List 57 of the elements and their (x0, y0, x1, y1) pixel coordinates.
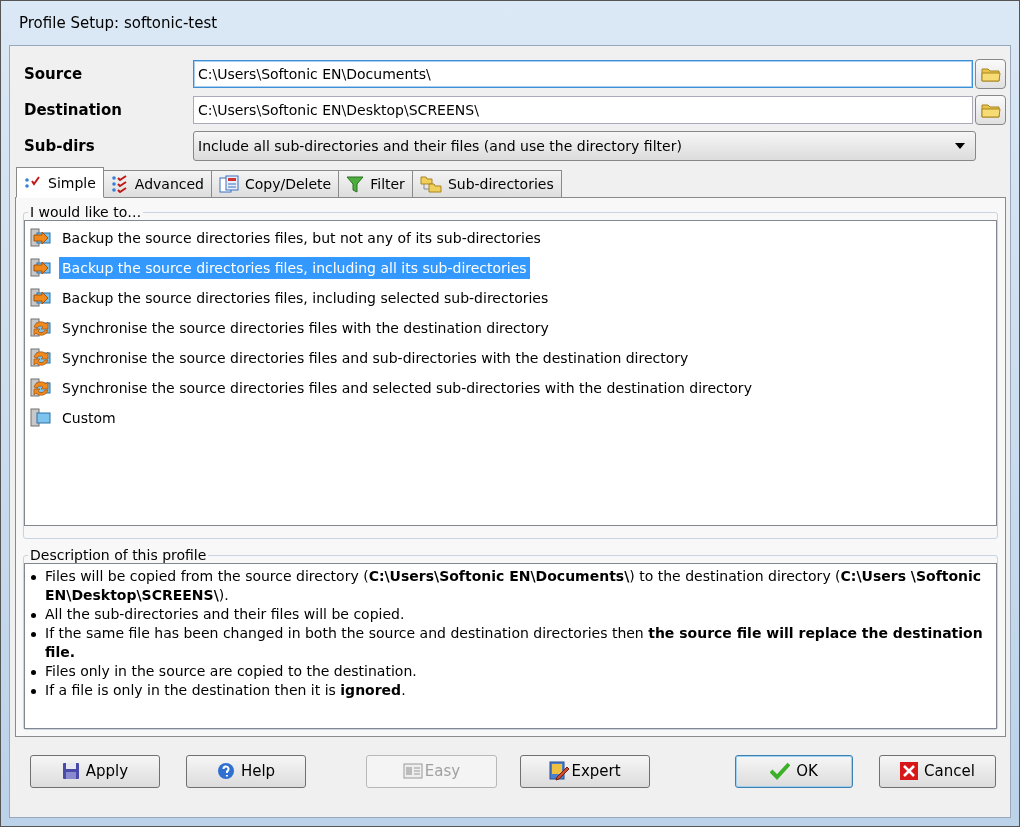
list-item[interactable]: Custom (59, 407, 119, 429)
computer-arrow-icon (29, 347, 53, 369)
description-text: Files only in the source are copied to the destination. (45, 662, 418, 681)
list-item[interactable]: Synchronise the source directories files and sub-directories with the destination directory (59, 347, 692, 369)
bullet-icon (31, 670, 36, 675)
list-item[interactable]: Backup the source directories files, including selected sub-directories (59, 287, 552, 309)
description-text: If the same file has been changed in both the source and destination directories then the source file will replace the destination file. (45, 624, 984, 662)
folder-icon (980, 66, 1001, 82)
browse-button[interactable] (975, 59, 1006, 89)
computer-arrow-icon (29, 317, 53, 339)
close-icon (900, 762, 919, 780)
documents-icon (218, 175, 239, 193)
computer-arrow-icon (29, 377, 53, 399)
subdirs-dropdown[interactable]: Include all sub-directories and their files (and use the directory filter) (193, 131, 976, 161)
funnel-icon (346, 175, 365, 193)
bullet-icon (31, 689, 36, 694)
field-label: Source (23, 65, 84, 83)
description-text: All the sub-directories and their files will be copied. (45, 605, 406, 624)
bullet-icon (31, 632, 36, 637)
browse-button[interactable] (975, 95, 1006, 125)
tab[interactable]: Simple (16, 167, 104, 198)
computer-arrow-icon (29, 257, 53, 279)
field-label: Sub-dirs (23, 137, 96, 155)
group-title: Description of this profile (29, 547, 208, 563)
bullet-icon (31, 613, 36, 618)
list-item[interactable]: Synchronise the source directories files with the destination directory (59, 317, 552, 339)
group-title: I would like to… (29, 204, 143, 220)
checklist-icon (110, 175, 129, 193)
path-field[interactable]: C:\Users\Softonic EN\Desktop\SCREENS\ (193, 96, 973, 124)
list-item[interactable]: Backup the source directories files, but not any of its sub-directories (59, 227, 544, 249)
caret-icon (955, 143, 965, 149)
help-icon (216, 762, 235, 780)
help-button[interactable]: Help (186, 754, 306, 788)
description-text: Files will be copied from the source directory (C:\Users\Softonic EN\Documents\) to the destination directory (C:\Users \Softonic EN\Desktop\SCREENS\). (45, 567, 983, 605)
ok-button[interactable]: OK (735, 754, 853, 788)
checkmark-icon (770, 762, 791, 780)
window-title: Profile Setup: softonic-test (19, 14, 218, 32)
expert-button[interactable]: Expert (520, 754, 650, 788)
folders-icon (419, 175, 442, 193)
path-field[interactable]: C:\Users\Softonic EN\Documents\ (193, 60, 973, 88)
field-label: Destination (23, 101, 123, 119)
tab[interactable]: Copy/Delete (210, 170, 340, 197)
computer-arrow-icon (29, 227, 53, 249)
description-text: If a file is only in the destination then it is ignored. (45, 681, 407, 700)
save-button[interactable]: Apply (30, 754, 160, 788)
list-item[interactable]: Synchronise the source directories files and selected sub-directories with the destination directory (59, 377, 755, 399)
folder-icon (980, 102, 1001, 118)
tab[interactable]: Advanced (102, 170, 212, 197)
tab[interactable]: Filter (338, 170, 413, 197)
tab[interactable]: Sub-directories (411, 170, 562, 197)
computer-arrow-icon (29, 287, 53, 309)
checklist-icon (24, 174, 42, 191)
pencil-document-icon (549, 761, 570, 781)
cancel-button[interactable]: Cancel (879, 754, 996, 788)
id-card-icon (402, 763, 423, 779)
bullet-icon (31, 575, 36, 580)
computer-icon (29, 407, 53, 429)
